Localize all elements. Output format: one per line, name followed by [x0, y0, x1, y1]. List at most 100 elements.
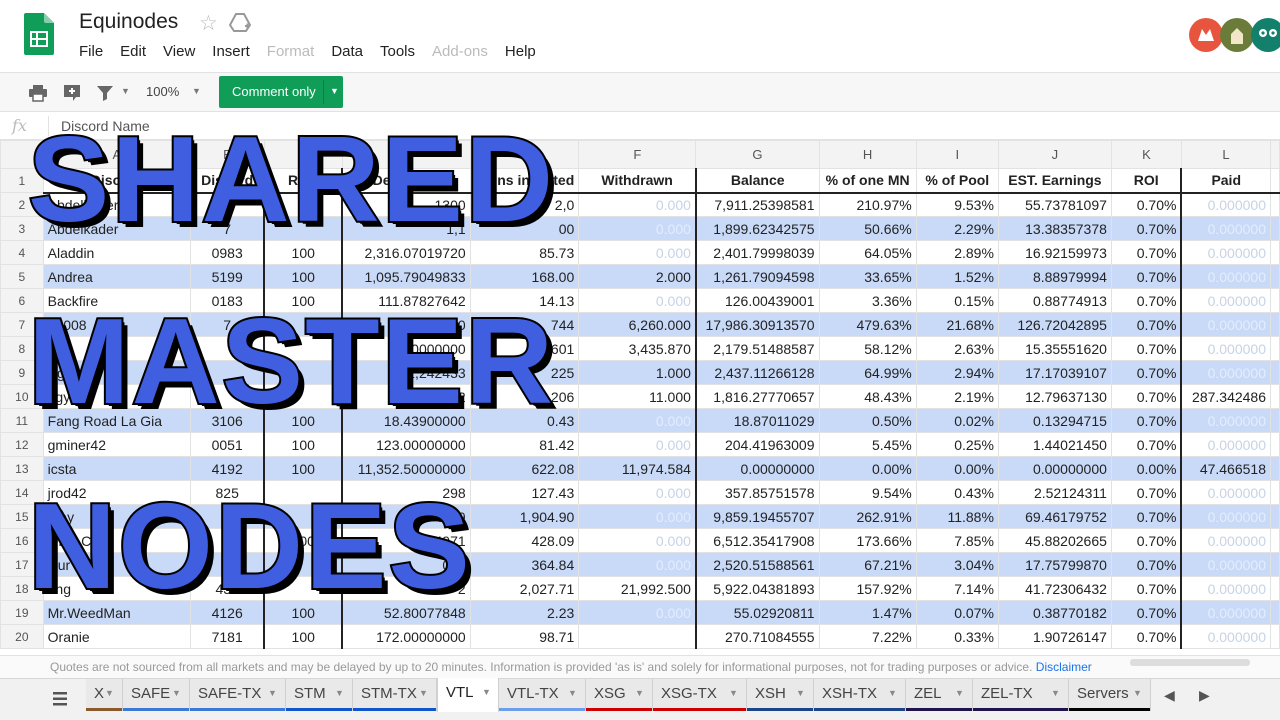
- table-cell[interactable]: 0.000: [578, 552, 697, 577]
- table-cell[interactable]: 0.70%: [1110, 336, 1182, 361]
- table-cell[interactable]: 2.19%: [915, 384, 999, 409]
- table-cell[interactable]: 0.70%: [1110, 384, 1182, 409]
- row-number[interactable]: 1: [0, 168, 44, 193]
- table-cell[interactable]: 0.000000: [1180, 240, 1272, 265]
- print-icon[interactable]: [28, 83, 48, 103]
- table-cell[interactable]: 2,437.11266128: [694, 360, 820, 385]
- table-cell[interactable]: 111.87827642: [341, 288, 471, 313]
- menu-file[interactable]: File: [79, 43, 103, 60]
- table-cell[interactable]: 0.00%: [818, 456, 917, 481]
- table-cell[interactable]: 0.70%: [1110, 480, 1182, 505]
- table-cell[interactable]: 0.000: [578, 600, 697, 625]
- row-number[interactable]: 6: [0, 288, 44, 313]
- table-cell[interactable]: Mr.WeedMan: [42, 600, 192, 625]
- table-cell[interactable]: 3: [190, 552, 265, 577]
- table-cell[interactable]: 0.50%: [818, 408, 917, 433]
- table-cell[interactable]: 81.42: [469, 432, 580, 457]
- table-cell[interactable]: [190, 360, 265, 385]
- table-cell[interactable]: 0.07%: [915, 600, 999, 625]
- table-cell[interactable]: 2.000: [578, 264, 697, 289]
- table-cell[interactable]: 1,027152: [341, 384, 471, 409]
- header-cell[interactable]: Balance: [694, 168, 820, 194]
- table-cell[interactable]: 5,922.04381893: [694, 576, 820, 601]
- column-header-l[interactable]: L: [1180, 140, 1272, 169]
- table-cell[interactable]: 428.09: [469, 528, 580, 553]
- table-cell[interactable]: 1300: [341, 192, 471, 217]
- table-cell[interactable]: 298: [341, 480, 471, 505]
- table-cell[interactable]: 41.72306432: [997, 576, 1112, 601]
- table-cell[interactable]: 21,992.500: [578, 576, 697, 601]
- sheet-tab-vtl-tx[interactable]: VTL-TX ▼: [499, 679, 586, 711]
- sheet-tab-xsg-tx[interactable]: XSG-TX ▼: [653, 679, 747, 711]
- table-cell[interactable]: 204.41963009: [694, 432, 820, 457]
- table-cell[interactable]: 0.000000: [1180, 408, 1272, 433]
- table-cell[interactable]: 4126: [190, 600, 265, 625]
- header-cell[interactable]: % of one MN: [818, 168, 917, 194]
- table-cell[interactable]: 8.88979994: [997, 264, 1112, 289]
- menu-view[interactable]: View: [163, 43, 195, 60]
- table-cell[interactable]: 52.80077848: [341, 600, 471, 625]
- table-cell[interactable]: 85.73: [469, 240, 580, 265]
- table-cell[interactable]: 7,911.25398581: [694, 192, 820, 217]
- table-cell[interactable]: 0.70%: [1110, 312, 1182, 337]
- row-number[interactable]: 10: [0, 384, 44, 409]
- table-cell[interactable]: ung: [42, 576, 192, 601]
- table-cell[interactable]: 0.70%: [1110, 504, 1182, 529]
- table-cell[interactable]: 6,260.000: [578, 312, 697, 337]
- sheet-tab-xsh-tx[interactable]: XSH-TX ▼: [814, 679, 906, 711]
- chevron-down-icon[interactable]: ▼: [796, 688, 805, 698]
- table-cell[interactable]: 173.66%: [818, 528, 917, 553]
- table-cell[interactable]: 100: [263, 408, 343, 433]
- table-cell[interactable]: 0.43%: [915, 480, 999, 505]
- table-cell[interactable]: 0.000000: [1180, 360, 1272, 385]
- table-cell[interactable]: 0.70%: [1110, 216, 1182, 241]
- table-cell[interactable]: 12.79637130: [997, 384, 1112, 409]
- table-cell[interactable]: 210.97%: [818, 192, 917, 217]
- chevron-down-icon[interactable]: ▼: [105, 688, 114, 698]
- document-title[interactable]: Equinodes: [79, 10, 178, 34]
- table-cell[interactable]: 357.85751578: [694, 480, 820, 505]
- table-cell[interactable]: Aladdin: [42, 240, 192, 265]
- row-number[interactable]: 8: [0, 336, 44, 361]
- table-cell[interactable]: 17,986.30913570: [694, 312, 820, 337]
- table-cell[interactable]: 7.22%: [818, 624, 917, 649]
- table-cell[interactable]: 2.89%: [915, 240, 999, 265]
- table-cell[interactable]: 55.02920811: [694, 600, 820, 625]
- table-cell[interactable]: 6,512.35417908: [694, 528, 820, 553]
- table-cell[interactable]: 0.000000: [1180, 576, 1272, 601]
- table-cell[interactable]: 206: [469, 384, 580, 409]
- sheet-tab-zel[interactable]: ZEL ▼: [906, 679, 973, 711]
- table-cell[interactable]: 21.68%: [915, 312, 999, 337]
- header-cell[interactable]: EST. Earnings: [997, 168, 1112, 194]
- sheet-tab-xsg[interactable]: XSG ▼: [586, 679, 653, 711]
- table-cell[interactable]: 0.000000: [1180, 336, 1272, 361]
- table-cell[interactable]: 47.466518: [1180, 456, 1272, 481]
- table-cell[interactable]: BR: [42, 336, 192, 361]
- table-cell[interactable]: 127.43: [469, 480, 580, 505]
- table-cell[interactable]: 15.35551620: [997, 336, 1112, 361]
- row-number[interactable]: 9: [0, 360, 44, 385]
- table-cell[interactable]: 0.88774913: [997, 288, 1112, 313]
- header-cell[interactable]: Withdrawn: [578, 168, 697, 194]
- table-cell[interactable]: Abdelkader: [42, 216, 192, 241]
- table-cell[interactable]: 126.72042895: [997, 312, 1112, 337]
- filter-caret-icon[interactable]: ▼: [121, 86, 130, 96]
- table-cell[interactable]: 2: [341, 576, 471, 601]
- table-cell[interactable]: 0.15%: [915, 288, 999, 313]
- horizontal-scrollbar[interactable]: [1130, 659, 1250, 666]
- table-cell[interactable]: 0.00%: [915, 456, 999, 481]
- table-cell[interactable]: [190, 384, 265, 409]
- chevron-down-icon[interactable]: ▼: [955, 688, 964, 698]
- table-cell[interactable]: [263, 552, 343, 577]
- header-cell[interactable]: Deposited: [341, 168, 471, 194]
- table-cell[interactable]: 1.90726147: [997, 624, 1112, 649]
- table-cell[interactable]: [190, 336, 265, 361]
- table-cell[interactable]: 100: [263, 288, 343, 313]
- table-cell[interactable]: 168.00: [469, 264, 580, 289]
- table-cell[interactable]: [263, 216, 343, 241]
- table-cell[interactable]: 622.08: [469, 456, 580, 481]
- table-cell[interactable]: 172.00000000: [341, 624, 471, 649]
- table-cell[interactable]: 3.36%: [818, 288, 917, 313]
- table-cell[interactable]: 0.000: [578, 288, 697, 313]
- table-cell[interactable]: 7181: [190, 624, 265, 649]
